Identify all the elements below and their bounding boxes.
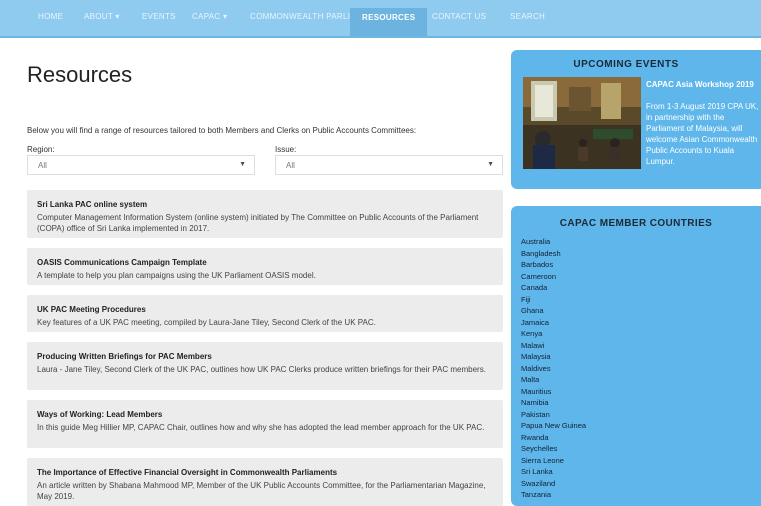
page-title: Resources <box>27 62 133 87</box>
country-item[interactable]: Mauritius <box>521 386 586 398</box>
country-item[interactable]: Ghana <box>521 305 586 317</box>
member-countries-title: CAPAC MEMBER COUNTRIES <box>559 218 713 229</box>
upcoming-events-panel: UPCOMING EVENTS CAPAC Asia Workshop 2019… <box>511 50 761 189</box>
country-item[interactable]: Bangladesh <box>521 248 586 260</box>
resource-description: Computer Management Information System (… <box>37 213 479 233</box>
country-item[interactable]: Malawi <box>521 340 586 352</box>
caret-down-icon: ▼ <box>487 161 494 168</box>
country-item[interactable]: Sri Lanka <box>521 466 586 478</box>
upcoming-events-title: UPCOMING EVENTS <box>573 59 679 70</box>
resource-card[interactable]: Sri Lanka PAC online system Computer Man… <box>27 190 503 238</box>
country-item[interactable]: Seychelles <box>521 443 586 455</box>
resource-description: An article written by Shabana Mahmood MP… <box>37 481 486 501</box>
resource-title[interactable]: The Importance of Effective Financial Ov… <box>37 468 493 477</box>
resource-title[interactable]: UK PAC Meeting Procedures <box>37 305 493 314</box>
resource-title[interactable]: Producing Written Briefings for PAC Memb… <box>37 352 493 361</box>
event-description: From 1-3 August 2019 CPA UK, in partners… <box>646 102 759 166</box>
region-label: Region: <box>27 145 55 154</box>
nav-contact-us[interactable]: CONTACT US <box>432 12 486 21</box>
country-item[interactable]: Namibia <box>521 397 586 409</box>
nav-about[interactable]: ABOUT ▾ <box>84 12 120 21</box>
nav-resources[interactable]: RESOURCES <box>350 8 428 36</box>
resource-description: A template to help you plan campaigns us… <box>37 271 316 280</box>
issue-label: Issue: <box>275 145 297 154</box>
resource-description: Key features of a UK PAC meeting, compil… <box>37 318 376 327</box>
resource-title[interactable]: Sri Lanka PAC online system <box>37 200 493 209</box>
resource-card[interactable]: The Importance of Effective Financial Ov… <box>27 458 503 506</box>
country-item[interactable]: Swaziland <box>521 478 586 490</box>
issue-select[interactable]: All ▼ <box>275 155 503 175</box>
intro-text: Below you will find a range of resources… <box>27 126 417 135</box>
resource-card[interactable]: Producing Written Briefings for PAC Memb… <box>27 342 503 390</box>
region-select[interactable]: All ▼ <box>27 155 255 175</box>
country-item[interactable]: Malaysia <box>521 351 586 363</box>
nav-capac[interactable]: CAPAC ▾ <box>192 12 227 21</box>
resource-title[interactable]: Ways of Working: Lead Members <box>37 410 493 419</box>
resource-description: In this guide Meg Hillier MP, CAPAC Chai… <box>37 423 485 432</box>
event-title[interactable]: CAPAC Asia Workshop 2019 <box>646 79 761 90</box>
country-item[interactable]: Malta <box>521 374 586 386</box>
nav-search[interactable]: SEARCH <box>510 12 545 21</box>
nav-home[interactable]: HOME <box>38 12 63 21</box>
country-item[interactable]: Papua New Guinea <box>521 420 586 432</box>
country-item[interactable]: Maldives <box>521 363 586 375</box>
country-item[interactable]: Rwanda <box>521 432 586 444</box>
event-photo[interactable] <box>523 77 641 169</box>
country-list: Australia Bangladesh Barbados Cameroon C… <box>521 236 586 501</box>
resource-card[interactable]: OASIS Communications Campaign Template A… <box>27 248 503 285</box>
caret-down-icon: ▼ <box>239 161 246 168</box>
country-item[interactable]: Australia <box>521 236 586 248</box>
region-select-value: All <box>38 161 47 170</box>
country-item[interactable]: Fiji <box>521 294 586 306</box>
country-item[interactable]: Barbados <box>521 259 586 271</box>
resource-title[interactable]: OASIS Communications Campaign Template <box>37 258 493 267</box>
country-item[interactable]: Canada <box>521 282 586 294</box>
issue-select-value: All <box>286 161 295 170</box>
top-nav: HOME ABOUT ▾ EVENTS CAPAC ▾ COMMONWEALTH… <box>0 0 761 38</box>
nav-events[interactable]: EVENTS <box>142 12 176 21</box>
country-item[interactable]: Kenya <box>521 328 586 340</box>
resource-description: Laura - Jane Tiley, Second Clerk of the … <box>37 365 486 374</box>
resource-card[interactable]: Ways of Working: Lead Members In this gu… <box>27 400 503 448</box>
country-item[interactable]: Cameroon <box>521 271 586 283</box>
country-item[interactable]: Sierra Leone <box>521 455 586 467</box>
member-countries-panel: CAPAC MEMBER COUNTRIES Australia Banglad… <box>511 206 761 506</box>
country-item[interactable]: Tanzania <box>521 489 586 501</box>
resource-card[interactable]: UK PAC Meeting Procedures Key features o… <box>27 295 503 332</box>
country-item[interactable]: Pakistan <box>521 409 586 421</box>
country-item[interactable]: Jamaica <box>521 317 586 329</box>
